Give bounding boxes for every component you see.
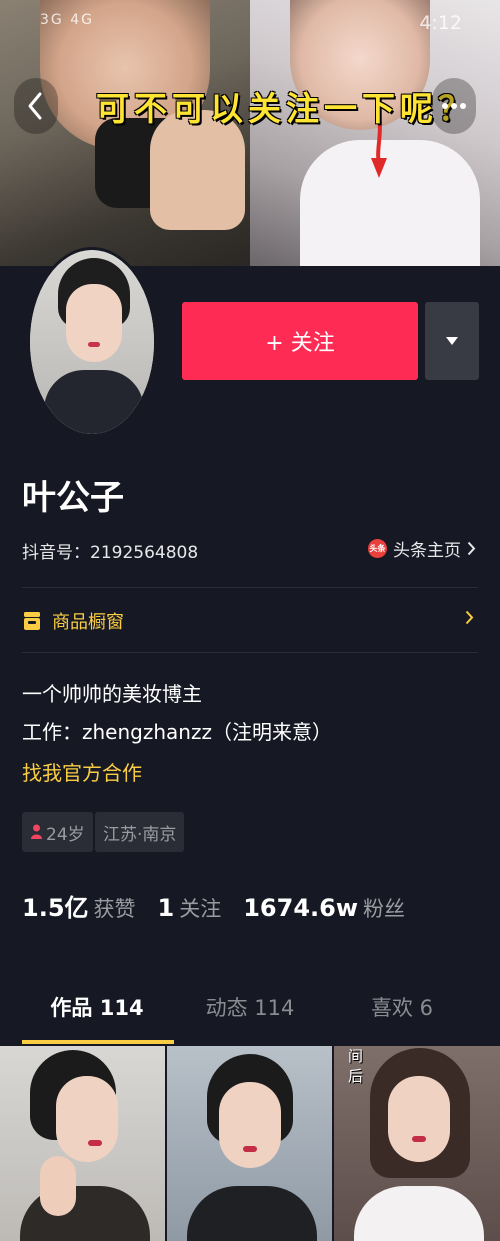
- stats-row: 1.5亿 获赞 1 关注 1674.6w 粉丝: [22, 888, 427, 923]
- profile-cover-banner[interactable]: 可不可以关注一下呢？ 3G 4G 4:12: [0, 0, 500, 266]
- toutiao-label: 头条主页: [393, 541, 461, 561]
- following-count[interactable]: 1: [158, 894, 175, 922]
- fans-count[interactable]: 1674.6w: [243, 894, 358, 922]
- video-thumbnail[interactable]: [167, 1046, 332, 1241]
- female-gender-icon: [31, 824, 42, 839]
- location-tag: 江苏·南京: [95, 812, 185, 852]
- douyin-id[interactable]: 抖音号：2192564808: [22, 538, 198, 563]
- back-button[interactable]: [14, 78, 58, 134]
- video-grid: 间后: [0, 1046, 500, 1241]
- profile-name: 叶公子: [22, 478, 124, 518]
- age-tag: 24岁: [22, 812, 93, 852]
- toutiao-homepage-link[interactable]: 头条 头条主页: [368, 536, 476, 561]
- banner-caption: 可不可以关注一下呢？: [96, 89, 476, 128]
- content-tabs: 作品 114 动态 114 喜欢 6: [0, 976, 500, 1046]
- business-cooperation-link[interactable]: 找我官方合作: [22, 757, 142, 786]
- tab-moments[interactable]: 动态 114: [175, 992, 325, 1022]
- fans-label[interactable]: 粉丝: [363, 893, 405, 923]
- video-thumbnail[interactable]: 间后: [334, 1046, 500, 1241]
- white-sleeve-shape: [300, 140, 480, 266]
- chevron-right-icon: [465, 610, 474, 625]
- chevron-right-icon: [467, 541, 476, 556]
- video-thumbnail[interactable]: [0, 1046, 165, 1241]
- bio-line-1: 一个帅帅的美妆博主: [22, 682, 202, 706]
- active-tab-indicator: [22, 1040, 174, 1044]
- tab-works[interactable]: 作品 114: [22, 992, 172, 1022]
- chevron-left-icon: [28, 92, 42, 120]
- age-label: 24岁: [46, 824, 85, 845]
- following-label[interactable]: 关注: [179, 893, 221, 923]
- avatar[interactable]: [27, 247, 157, 437]
- shop-label: 商品橱窗: [52, 612, 124, 633]
- more-dots-icon: [442, 103, 466, 109]
- likes-count: 1.5亿: [22, 894, 89, 922]
- likes-label: 获赞: [93, 897, 136, 921]
- more-options-button[interactable]: [432, 78, 476, 134]
- status-time: 4:12: [419, 12, 462, 34]
- shop-icon: [24, 612, 40, 630]
- status-signal: 3G 4G: [40, 12, 94, 28]
- tab-likes[interactable]: 喜欢 6: [327, 992, 477, 1022]
- bio-line-2: 工作：zhengzhanzz（注明来意）: [22, 720, 332, 744]
- divider: [22, 587, 478, 588]
- product-showcase-row[interactable]: 商品橱窗: [22, 606, 478, 636]
- divider: [22, 652, 478, 653]
- video-overlay-text: 间后: [348, 1047, 364, 1085]
- triangle-down-icon: [446, 337, 458, 345]
- recommend-dropdown-button[interactable]: [425, 302, 479, 380]
- toutiao-logo-icon: 头条: [368, 539, 387, 558]
- follow-button[interactable]: + 关注: [182, 302, 418, 380]
